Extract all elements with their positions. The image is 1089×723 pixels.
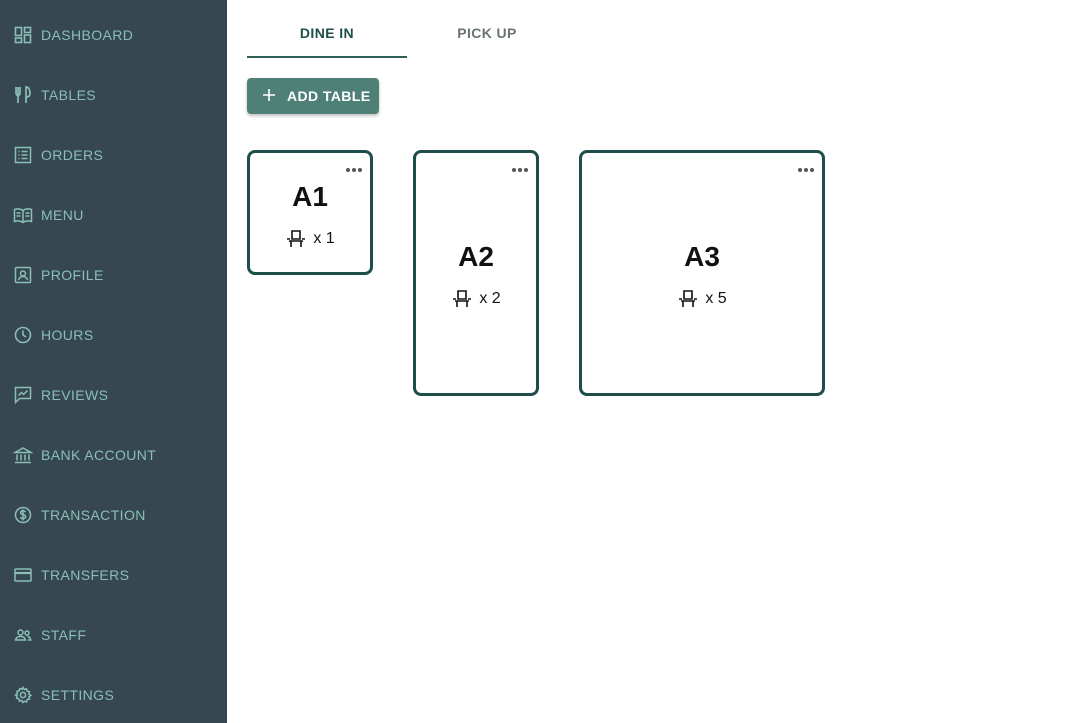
dollar-icon — [13, 505, 33, 525]
sidebar-item-label: ORDERS — [41, 147, 104, 163]
table-name: A1 — [292, 181, 328, 212]
sidebar-item-menu[interactable]: MENU — [0, 193, 227, 237]
table-card-a1[interactable]: A1 x 1 — [247, 150, 373, 275]
plus-icon — [260, 86, 278, 104]
sidebar-item-bank-account[interactable]: BANK ACCOUNT — [0, 433, 227, 477]
seat-info: x 2 — [416, 288, 536, 310]
sidebar-item-label: TABLES — [41, 87, 97, 103]
sidebar-item-profile[interactable]: PROFILE — [0, 253, 227, 297]
chair-icon — [285, 228, 307, 250]
sidebar-item-label: BANK ACCOUNT — [41, 447, 157, 463]
tab-pick-up[interactable]: PICK UP — [407, 0, 567, 58]
sidebar-item-reviews[interactable]: REVIEWS — [0, 373, 227, 417]
sidebar-item-dashboard[interactable]: DASHBOARD — [0, 13, 227, 57]
main-content: DINE IN PICK UP ADD TABLE A1 x 1 A2 x 2 — [227, 0, 1089, 723]
sidebar-item-tables[interactable]: TABLES — [0, 73, 227, 117]
chair-icon — [451, 288, 473, 310]
card-icon — [13, 565, 33, 585]
table-name: A3 — [684, 241, 720, 272]
sidebar-item-label: STAFF — [41, 627, 87, 643]
bank-icon — [13, 445, 33, 465]
sidebar-item-settings[interactable]: SETTINGS — [0, 673, 227, 717]
tab-dine-in[interactable]: DINE IN — [247, 0, 407, 58]
gear-icon — [13, 685, 33, 705]
sidebar-item-label: TRANSACTION — [41, 507, 146, 523]
table-card-a2[interactable]: A2 x 2 — [413, 150, 539, 396]
seat-info: x 5 — [582, 288, 822, 310]
add-table-button[interactable]: ADD TABLE — [247, 78, 379, 114]
table-name: A2 — [458, 241, 494, 272]
chair-icon — [677, 288, 699, 310]
sidebar-item-label: DASHBOARD — [41, 27, 134, 43]
sidebar-item-label: MENU — [41, 207, 84, 223]
dashboard-icon — [13, 25, 33, 45]
people-icon — [13, 625, 33, 645]
sidebar-item-label: SETTINGS — [41, 687, 115, 703]
review-icon — [13, 385, 33, 405]
sidebar-item-orders[interactable]: ORDERS — [0, 133, 227, 177]
seat-count: x 2 — [479, 290, 501, 307]
add-table-label: ADD TABLE — [287, 88, 371, 104]
table-card-a3[interactable]: A3 x 5 — [579, 150, 825, 396]
sidebar-item-label: REVIEWS — [41, 387, 109, 403]
sidebar-item-label: TRANSFERS — [41, 567, 130, 583]
clock-icon — [13, 325, 33, 345]
sidebar: DASHBOARD TABLES ORDERS MENU PROFILE HOU… — [0, 0, 227, 723]
sidebar-item-label: HOURS — [41, 327, 94, 343]
book-icon — [13, 205, 33, 225]
active-tab-indicator — [247, 56, 407, 58]
sidebar-item-label: PROFILE — [41, 267, 104, 283]
sidebar-item-transaction[interactable]: TRANSACTION — [0, 493, 227, 537]
seat-info: x 1 — [250, 228, 370, 250]
utensils-icon — [13, 85, 33, 105]
sidebar-item-staff[interactable]: STAFF — [0, 613, 227, 657]
profile-icon — [13, 265, 33, 285]
list-icon — [13, 145, 33, 165]
sidebar-item-hours[interactable]: HOURS — [0, 313, 227, 357]
seat-count: x 5 — [705, 290, 727, 307]
seat-count: x 1 — [313, 230, 335, 247]
sidebar-item-transfers[interactable]: TRANSFERS — [0, 553, 227, 597]
more-options-icon[interactable] — [796, 162, 816, 172]
more-options-icon[interactable] — [344, 162, 364, 172]
more-options-icon[interactable] — [510, 162, 530, 172]
